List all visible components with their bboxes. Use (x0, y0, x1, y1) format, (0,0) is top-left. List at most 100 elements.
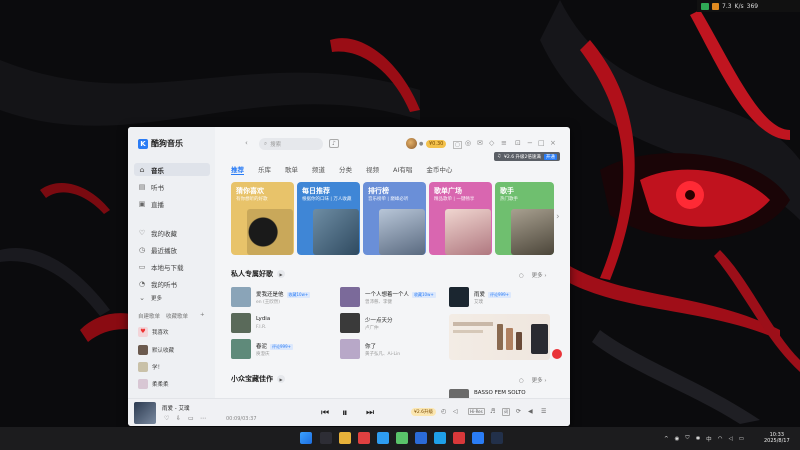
refresh-icon[interactable]: ○ (519, 273, 524, 279)
sound-icon[interactable]: ◀ (528, 408, 533, 415)
playlist-item[interactable]: 学！ (138, 362, 163, 372)
volume-icon[interactable]: ◁ (453, 408, 458, 415)
previous-icon[interactable]: ⏮ (321, 408, 329, 418)
song-item[interactable]: 雨爱 评论999+ 艾璞 (449, 287, 549, 307)
chevron-right-icon[interactable]: › (556, 212, 560, 222)
app-icon[interactable] (434, 432, 446, 444)
speed-icon[interactable]: ◴ (441, 408, 446, 415)
sidebar-item-recent[interactable]: ◷ 最近播放 (134, 243, 210, 256)
app-logo[interactable]: K 酷狗音乐 (138, 138, 183, 149)
song-item[interactable]: 春泥 评论999+ 庾澄庆 (231, 339, 331, 359)
skin-icon[interactable]: ◇ (489, 139, 494, 147)
card-singers[interactable]: 歌手 热门歌手 (495, 182, 554, 255)
tab-created-playlists[interactable]: 自建歌单 (138, 312, 160, 320)
card-daily-recommend[interactable]: 每日推荐 根据你的口味 | 万人收藏 (297, 182, 360, 255)
avatar[interactable] (406, 138, 417, 149)
ime-icon[interactable]: 中 (706, 435, 712, 443)
wifi-icon[interactable]: ◠ (718, 436, 723, 442)
search-input[interactable]: ⌕ 搜索 (259, 138, 323, 150)
bluetooth-icon[interactable]: ✱ (696, 436, 701, 442)
mini-mode-icon[interactable]: ⊡ (515, 139, 521, 147)
pause-icon[interactable]: ⏸ (342, 406, 348, 420)
playlist-item[interactable]: 默认收藏 (138, 345, 174, 355)
back-icon[interactable]: ‹ (245, 139, 248, 147)
sidebar-item-favorites[interactable]: ♡ 我的收藏 (134, 226, 210, 239)
ad-banner[interactable] (449, 314, 550, 360)
minimize-icon[interactable]: − (527, 139, 533, 147)
now-playing-title[interactable]: 雨爱 - 艾璞 (162, 404, 189, 412)
red-packet-icon[interactable] (552, 349, 562, 359)
tab-recommend[interactable]: 推荐 (231, 164, 244, 175)
card-charts[interactable]: 排行榜 音乐榜单 | 巅峰必听 (363, 182, 426, 255)
menu-icon[interactable]: ≡ (501, 139, 507, 147)
add-playlist-icon[interactable]: + (200, 312, 205, 320)
tab-collected-playlists[interactable]: 收藏歌单 (166, 312, 188, 320)
quality-button[interactable]: Hi-Res (468, 408, 485, 415)
sidebar-item-more[interactable]: ⌄ 更多 (134, 292, 210, 303)
card-guess-you-like[interactable]: 猜你喜欢 有你想听的好歌 (231, 182, 294, 255)
play-all-icon[interactable]: ▶ (277, 270, 285, 278)
task-view-icon[interactable] (320, 432, 332, 444)
clock[interactable]: 10:33 2025/8/17 (764, 432, 790, 444)
vip-badge[interactable]: ¥0.30 (426, 140, 447, 148)
sidebar-item-music[interactable]: ⌂ 音乐 (134, 163, 210, 176)
card-playlist-square[interactable]: 歌单广场 精品歌单 | 一键畅享 (429, 182, 492, 255)
refresh-icon[interactable]: ○ (519, 378, 524, 384)
playlist-icon[interactable]: ☰ (541, 408, 546, 415)
sidebar-item-local[interactable]: ▭ 本地与下载 (134, 260, 210, 273)
speaker-icon[interactable]: ◁ (729, 436, 733, 442)
wps-icon[interactable] (453, 432, 465, 444)
listen-identify-icon[interactable]: ♪ (329, 139, 339, 148)
steam-tray-icon[interactable]: ◉ (675, 436, 680, 442)
message-icon[interactable]: ✉ (477, 139, 483, 147)
like-icon[interactable]: ♡ (164, 415, 169, 422)
battery-icon[interactable]: ▭ (739, 436, 744, 442)
sidebar-item-my-audiobook[interactable]: ◔ 我的听书 (134, 277, 210, 290)
app-icon[interactable] (358, 432, 370, 444)
expand-tray-icon[interactable]: ^ (664, 436, 669, 442)
more-link[interactable]: ○ 更多 › (519, 376, 547, 384)
game-icon[interactable]: ◎ (465, 139, 471, 147)
next-icon[interactable]: ⏭ (366, 408, 374, 418)
shield-icon[interactable]: ⛉ (685, 435, 689, 442)
tooltip-button[interactable]: 开通 (543, 153, 557, 160)
now-playing-cover[interactable] (134, 402, 156, 424)
tab-ai-sing[interactable]: AI有唱 (393, 164, 412, 175)
steam-icon[interactable] (491, 432, 503, 444)
tab-videos[interactable]: 视频 (366, 164, 379, 175)
song-item[interactable]: BASSO FEM SOLTO (449, 389, 549, 398)
playlist-item[interactable]: 柔柔柔 (138, 379, 169, 389)
loop-icon[interactable]: ⟳ (516, 408, 521, 415)
song-item[interactable]: 爱我还是他 收藏10w+ en (王欣然) (231, 287, 331, 307)
start-icon[interactable] (300, 432, 312, 444)
tab-channels[interactable]: 频道 (312, 164, 325, 175)
comment-icon[interactable]: ▭ (188, 415, 194, 422)
song-item[interactable]: 一个人想着一个人 收藏10w+ 曾沛慈、李健 (340, 287, 440, 307)
wechat-icon[interactable] (396, 432, 408, 444)
card-title: 歌单广场 (434, 187, 462, 195)
tab-categories[interactable]: 分类 (339, 164, 352, 175)
play-all-icon[interactable]: ▶ (277, 375, 285, 383)
playlist-item[interactable]: ♥ 我喜欢 (138, 327, 169, 337)
download-icon[interactable]: ⇩ (176, 415, 181, 422)
kugou-taskbar-icon[interactable] (472, 432, 484, 444)
close-icon[interactable]: × (550, 139, 556, 147)
sidebar-item-audiobook[interactable]: ▤ 听书 (134, 180, 210, 193)
edge-icon[interactable] (377, 432, 389, 444)
file-explorer-icon[interactable] (339, 432, 351, 444)
lyrics-icon[interactable]: 词 (502, 408, 510, 416)
section-title: 小众宝藏佳作 (231, 375, 273, 383)
song-item[interactable]: Lydia F.I.R. (231, 313, 331, 333)
song-item[interactable]: 少一点天分 卢广仲 (340, 313, 440, 333)
song-item[interactable]: 你了 黄子弘凡、Ai-Lin (340, 339, 440, 359)
sound-effect-icon[interactable]: ♬ (490, 408, 495, 415)
more-icon[interactable]: ⋯ (200, 415, 206, 422)
tab-playlists[interactable]: 歌单 (285, 164, 298, 175)
tab-coin-center[interactable]: 金币中心 (426, 164, 452, 175)
more-link[interactable]: ○ 更多 › (519, 271, 547, 279)
app-icon[interactable] (415, 432, 427, 444)
maximize-icon[interactable]: □ (538, 139, 545, 147)
sidebar-item-live[interactable]: ▣ 直播 (134, 197, 210, 210)
upgrade-coupon[interactable]: ¥2.6升级 (411, 408, 437, 416)
tab-library[interactable]: 乐库 (258, 164, 271, 175)
